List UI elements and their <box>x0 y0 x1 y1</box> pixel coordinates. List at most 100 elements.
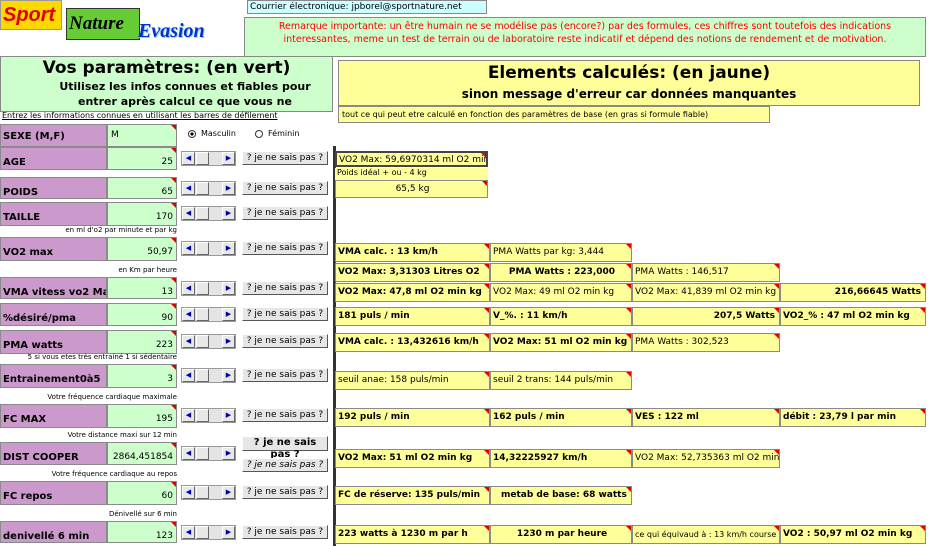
scroll-thumb[interactable]: . <box>196 486 209 499</box>
unknown-button[interactable]: ? je ne sais pas ? <box>242 408 328 422</box>
param-scrollbar[interactable]: ◀. ▶ <box>181 281 236 296</box>
scroll-left-icon[interactable]: ◀ <box>182 486 195 499</box>
scroll-left-icon[interactable]: ◀ <box>182 282 195 295</box>
scroll-left-icon[interactable]: ◀ <box>182 369 195 382</box>
scroll-right-icon[interactable]: ▶ <box>222 526 235 539</box>
scroll-left-icon[interactable]: ◀ <box>182 308 195 321</box>
email-cell[interactable]: Courrier électronique: jpborel@sportnatu… <box>247 0 487 14</box>
row-note: 5 si vous etes très entrainé 1 si sédent… <box>27 353 177 361</box>
unknown-button[interactable]: ? je ne sais pas ? <box>242 241 328 255</box>
radio-feminin[interactable]: Féminin <box>255 129 315 141</box>
scroll-left-icon[interactable]: ◀ <box>182 526 195 539</box>
scroll-left-icon[interactable]: ◀ <box>182 447 195 460</box>
row-note: en Km par heure <box>118 266 177 274</box>
unknown-button[interactable]: ? je ne sais pas ? <box>242 151 328 165</box>
scroll-thumb[interactable]: . <box>196 207 209 220</box>
param-scrollbar[interactable]: ◀. ▶ <box>181 525 236 540</box>
scroll-right-icon[interactable]: ▶ <box>222 282 235 295</box>
res-vma-top-b: PMA Watts : 223,000 <box>490 263 632 282</box>
res-fc-d: débit : 23,79 l par min <box>780 408 926 427</box>
scroll-right-icon[interactable]: ▶ <box>222 308 235 321</box>
unknown-button[interactable]: ? je ne sais pas ? <box>242 334 328 348</box>
unknown-button[interactable]: ? je ne sais pas ? <box>242 181 328 195</box>
scroll-thumb[interactable]: . <box>196 447 209 460</box>
res-ent-b: seuil 2 trans: 144 puls/min <box>490 371 632 390</box>
param-value-input[interactable]: 90 <box>107 303 177 326</box>
param-scrollbar[interactable]: ◀. ▶ <box>181 368 236 383</box>
param-value-input[interactable]: 223 <box>107 330 177 354</box>
param-label: AGE <box>0 147 107 170</box>
scroll-left-icon[interactable]: ◀ <box>182 335 195 348</box>
scroll-thumb[interactable]: . <box>196 526 209 539</box>
unknown-button[interactable]: ? je ne sais pas ? <box>242 281 328 295</box>
scroll-thumb[interactable]: . <box>196 182 209 195</box>
scroll-thumb[interactable]: . <box>196 282 209 295</box>
radio-masculin[interactable]: Masculin <box>188 129 248 141</box>
scroll-right-icon[interactable]: ▶ <box>222 447 235 460</box>
scroll-right-icon[interactable]: ▶ <box>222 207 235 220</box>
res-vma-d: 216,66645 Watts <box>780 283 926 302</box>
res-age-vo2: VO2 Max: 59,6970314 ml O2 min kg <box>335 151 488 167</box>
unknown-button[interactable]: ? je ne sais pas ? <box>242 436 328 460</box>
left-title: Vos paramètres: (en vert) <box>42 58 291 78</box>
res-vma-top-a: VO2 Max: 3,31303 Litres O2 <box>335 263 490 282</box>
unknown-button[interactable]: ? je ne sais pas ? <box>242 368 328 382</box>
scroll-right-icon[interactable]: ▶ <box>222 335 235 348</box>
row-note: Votre distance maxi sur 12 min <box>67 431 177 439</box>
unknown-button[interactable]: ? je ne sais pas ? <box>242 485 328 499</box>
scroll-thumb[interactable]: . <box>196 242 209 255</box>
logo-evasion: Evasion <box>138 20 205 42</box>
param-scrollbar[interactable]: ◀. ▶ <box>181 206 236 221</box>
sexe-input[interactable]: M <box>107 124 177 147</box>
scroll-right-icon[interactable]: ▶ <box>222 369 235 382</box>
param-value-input[interactable]: 65 <box>107 177 177 199</box>
logo-nature: Nature <box>66 8 140 40</box>
scroll-left-icon[interactable]: ◀ <box>182 409 195 422</box>
param-scrollbar[interactable]: ◀. ▶ <box>181 334 236 349</box>
param-label: PMA watts <box>0 330 107 354</box>
left-instruction: Entrez les informations connues en utili… <box>2 111 278 120</box>
param-value-input[interactable]: 195 <box>107 404 177 428</box>
param-value-input[interactable]: 25 <box>107 147 177 170</box>
param-value-input[interactable]: 123 <box>107 521 177 543</box>
res-vma-c: VO2 Max: 41,839 ml O2 min kg <box>632 283 780 302</box>
radio-feminin-label: Féminin <box>268 129 300 138</box>
param-value-input[interactable]: 170 <box>107 202 177 226</box>
unknown-button-alt[interactable]: ? je ne sais pas ? <box>242 458 328 472</box>
scroll-left-icon[interactable]: ◀ <box>182 152 195 165</box>
param-value-input[interactable]: 2864,451854 <box>107 442 177 465</box>
scroll-thumb[interactable]: . <box>196 152 209 165</box>
param-scrollbar[interactable]: ◀. ▶ <box>181 446 236 461</box>
param-scrollbar[interactable]: ◀. ▶ <box>181 408 236 423</box>
param-scrollbar[interactable]: ◀. ▶ <box>181 307 236 322</box>
unknown-button[interactable]: ? je ne sais pas ? <box>242 206 328 220</box>
res-pct-c: 207,5 Watts <box>632 307 780 326</box>
param-value-input[interactable]: 50,97 <box>107 237 177 261</box>
scroll-right-icon[interactable]: ▶ <box>222 409 235 422</box>
param-value-input[interactable]: 60 <box>107 481 177 505</box>
scroll-thumb[interactable]: . <box>196 369 209 382</box>
param-value-input[interactable]: 3 <box>107 364 177 388</box>
param-scrollbar[interactable]: ◀. ▶ <box>181 181 236 196</box>
scroll-thumb[interactable]: . <box>196 335 209 348</box>
scroll-left-icon[interactable]: ◀ <box>182 207 195 220</box>
unknown-button[interactable]: ? je ne sais pas ? <box>242 307 328 321</box>
param-scrollbar[interactable]: ◀. ▶ <box>181 485 236 500</box>
row-note: Dénivellé sur 6 min <box>108 510 177 518</box>
remark-box: Remarque importante: un être humain ne s… <box>244 17 926 57</box>
param-value-input[interactable]: 13 <box>107 277 177 299</box>
param-scrollbar[interactable]: ◀. ▶ <box>181 241 236 256</box>
unknown-button[interactable]: ? je ne sais pas ? <box>242 525 328 539</box>
scroll-thumb[interactable]: . <box>196 409 209 422</box>
scroll-right-icon[interactable]: ▶ <box>222 152 235 165</box>
radio-masculin-label: Masculin <box>201 129 236 138</box>
scroll-left-icon[interactable]: ◀ <box>182 182 195 195</box>
scroll-left-icon[interactable]: ◀ <box>182 242 195 255</box>
scroll-right-icon[interactable]: ▶ <box>222 486 235 499</box>
res-rep-b: metab de base: 68 watts <box>490 486 632 505</box>
res-vma-b: VO2 Max: 49 ml O2 min kg <box>490 283 632 302</box>
param-scrollbar[interactable]: ◀. ▶ <box>181 151 236 166</box>
scroll-right-icon[interactable]: ▶ <box>222 182 235 195</box>
scroll-right-icon[interactable]: ▶ <box>222 242 235 255</box>
scroll-thumb[interactable]: . <box>196 308 209 321</box>
